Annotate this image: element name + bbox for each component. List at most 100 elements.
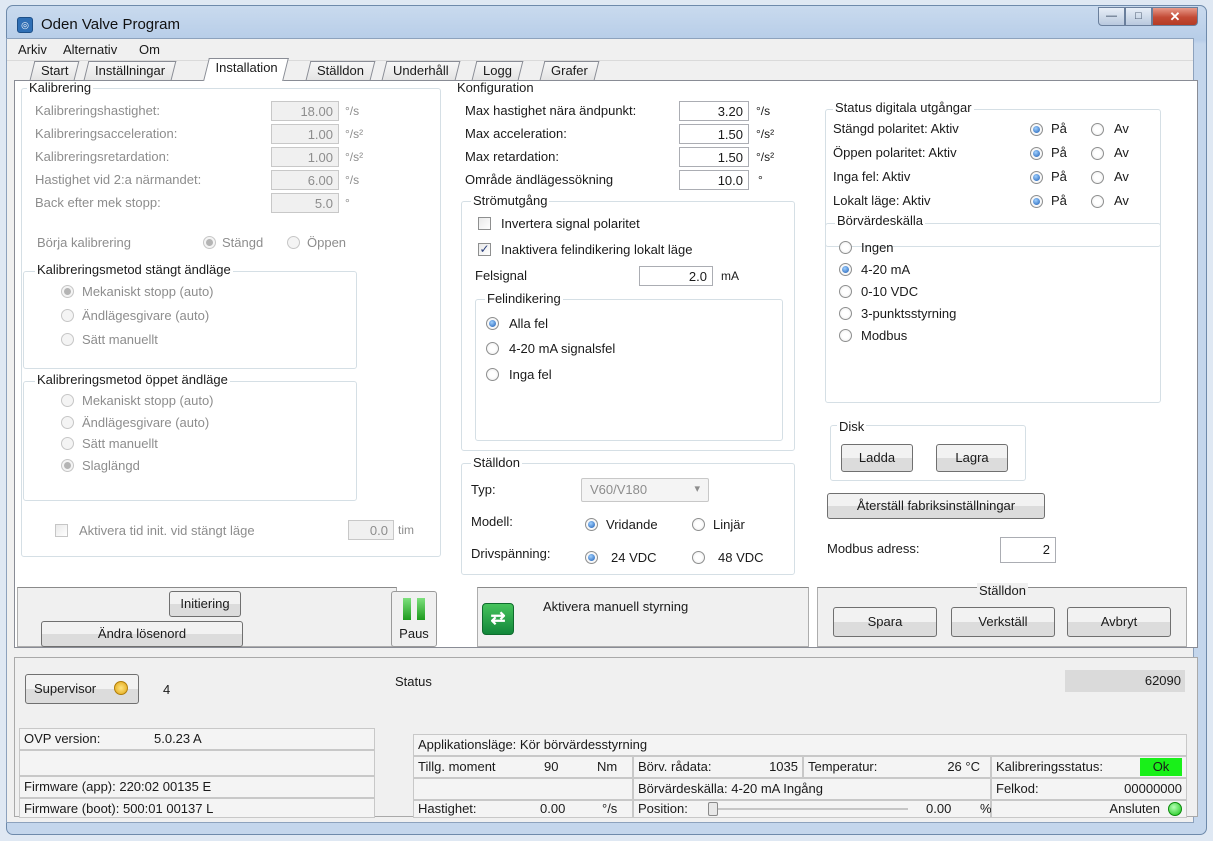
kal-acceleration-input[interactable]: 1.00: [271, 124, 339, 144]
spara-button[interactable]: Spara: [833, 607, 937, 637]
borvarde-option: 0-10 VDC: [861, 284, 919, 299]
borv-radata-value: 1035: [769, 759, 798, 774]
kal-hastighet-input[interactable]: 18.00: [271, 101, 339, 121]
max-retardation-input[interactable]: 1.50: [679, 147, 749, 167]
aktivera-tid-checkbox[interactable]: [55, 524, 68, 537]
supervisor-button[interactable]: Supervisor: [25, 674, 139, 704]
paus-label: Paus: [399, 626, 429, 641]
borja-oppen-radio[interactable]: [287, 236, 300, 249]
position-slider-track: [708, 808, 908, 810]
ladda-button[interactable]: Ladda: [841, 444, 913, 472]
max-acceleration-input[interactable]: 1.50: [679, 124, 749, 144]
borvarde-radio-modbus[interactable]: [839, 329, 852, 342]
stalldon-actions-title: Ställdon: [977, 583, 1028, 599]
omrade-input[interactable]: 10.0: [679, 170, 749, 190]
status-pa-radio[interactable]: [1030, 147, 1043, 160]
status-av-radio[interactable]: [1091, 147, 1104, 160]
oppet-option: Sätt manuellt: [82, 436, 158, 451]
borvarde-radio-3-punkt[interactable]: [839, 307, 852, 320]
pause-icon-bar: [417, 598, 425, 620]
kal-hastighet2-input[interactable]: 6.00: [271, 170, 339, 190]
minimize-button[interactable]: —: [1098, 7, 1125, 26]
andra-losenord-button[interactable]: Ändra lösenord: [41, 621, 243, 647]
status-pa-radio[interactable]: [1030, 123, 1043, 136]
borvarde-radio-ingen[interactable]: [839, 241, 852, 254]
avbryt-button[interactable]: Avbryt: [1067, 607, 1171, 637]
status-dig-row-label: Lokalt läge: Aktiv: [833, 193, 931, 208]
typ-dropdown[interactable]: V60/V180 ▾: [581, 478, 709, 502]
felkod-cell: Felkod: 00000000: [991, 778, 1187, 800]
oppet-radio-mekaniskt[interactable]: [61, 394, 74, 407]
driv-radio-24[interactable]: [585, 551, 598, 564]
driv-radio-48[interactable]: [692, 551, 705, 564]
menu-arkiv[interactable]: Arkiv: [18, 42, 47, 57]
tab-start[interactable]: Start: [29, 61, 80, 80]
paus-button[interactable]: Paus: [391, 591, 437, 647]
oppet-radio-andlagesgivare[interactable]: [61, 416, 74, 429]
pa-label: På: [1051, 121, 1067, 136]
konfig-label: Område ändlägessökning: [465, 172, 614, 187]
close-button[interactable]: ✕: [1152, 7, 1198, 26]
max-hastighet-input[interactable]: 3.20: [679, 101, 749, 121]
borvarde-radio-0-10[interactable]: [839, 285, 852, 298]
felsignal-unit: mA: [721, 269, 739, 283]
oppet-radio-manuellt[interactable]: [61, 437, 74, 450]
tid-input[interactable]: 0.0: [348, 520, 394, 540]
stangt-radio-manuellt[interactable]: [61, 333, 74, 346]
invertera-checkbox[interactable]: [478, 217, 491, 230]
felind-radio-inga[interactable]: [486, 368, 499, 381]
stangt-radio-andlagesgivare[interactable]: [61, 309, 74, 322]
modell-radio-vridande[interactable]: [585, 518, 598, 531]
swap-arrows-icon: ⇄: [490, 608, 506, 628]
tab-logg[interactable]: Logg: [471, 61, 524, 80]
ovp-label: OVP version:: [24, 731, 101, 746]
status-pa-radio[interactable]: [1030, 195, 1043, 208]
aterstall-button[interactable]: Återställ fabriksinställningar: [827, 493, 1045, 519]
tab-installningar[interactable]: Inställningar: [83, 61, 177, 80]
felindikering-title: Felindikering: [485, 291, 563, 306]
inaktivera-checkbox[interactable]: ✓: [478, 243, 491, 256]
av-label: Av: [1114, 169, 1129, 184]
status-av-radio[interactable]: [1091, 171, 1104, 184]
stangt-option: Ändlägesgivare (auto): [82, 308, 210, 323]
tab-stalldon[interactable]: Ställdon: [305, 61, 376, 80]
status-av-radio[interactable]: [1091, 195, 1104, 208]
position-unit: %: [980, 801, 992, 816]
oppet-radio-slaglangd[interactable]: [61, 459, 74, 472]
tab-installation[interactable]: Installation: [203, 58, 290, 81]
borv-radata-cell: Börv. rådata: 1035: [633, 756, 803, 778]
position-slider-thumb[interactable]: [708, 802, 718, 816]
status-title: Status: [395, 674, 432, 689]
firmware-app-row: Firmware (app): 220:02 00135 E: [19, 776, 375, 798]
installation-panel: Kalibrering Kalibreringshastighet: 18.00…: [14, 80, 1198, 648]
kal-retardation-input[interactable]: 1.00: [271, 147, 339, 167]
borvarde-radio-4-20[interactable]: [839, 263, 852, 276]
modell-radio-linjar[interactable]: [692, 518, 705, 531]
felind-radio-alla[interactable]: [486, 317, 499, 330]
key-icon: [114, 681, 128, 695]
status-av-radio[interactable]: [1091, 123, 1104, 136]
felsignal-input[interactable]: 2.0: [639, 266, 713, 286]
kal-back-input[interactable]: 5.0: [271, 193, 339, 213]
inaktivera-label: Inaktivera felindikering lokalt läge: [501, 242, 693, 257]
verkstall-button[interactable]: Verkställ: [951, 607, 1055, 637]
stangt-title: Kalibreringsmetod stängt ändläge: [35, 262, 233, 277]
manuell-styrning-button[interactable]: ⇄: [482, 603, 514, 635]
ansluten-label: Ansluten: [1109, 801, 1160, 816]
borvardeskalla-title: Börvärdeskälla: [835, 213, 925, 228]
status-pa-radio[interactable]: [1030, 171, 1043, 184]
borja-kalibrering-label: Börja kalibrering: [37, 235, 131, 250]
menu-alternativ[interactable]: Alternativ: [63, 42, 117, 57]
stangt-radio-mekaniskt[interactable]: [61, 285, 74, 298]
borja-stangd-radio[interactable]: [203, 236, 216, 249]
felkod-label: Felkod:: [996, 781, 1039, 796]
menu-om[interactable]: Om: [139, 42, 160, 57]
lagra-button[interactable]: Lagra: [936, 444, 1008, 472]
felind-radio-signalsfel[interactable]: [486, 342, 499, 355]
kal-unit: °/s²: [345, 150, 364, 164]
modbus-input[interactable]: 2: [1000, 537, 1056, 563]
initiering-button[interactable]: Initiering: [169, 591, 241, 617]
tab-underhall[interactable]: Underhåll: [381, 61, 461, 80]
maximize-button[interactable]: □: [1125, 7, 1152, 26]
tab-grafer[interactable]: Grafer: [539, 61, 600, 80]
